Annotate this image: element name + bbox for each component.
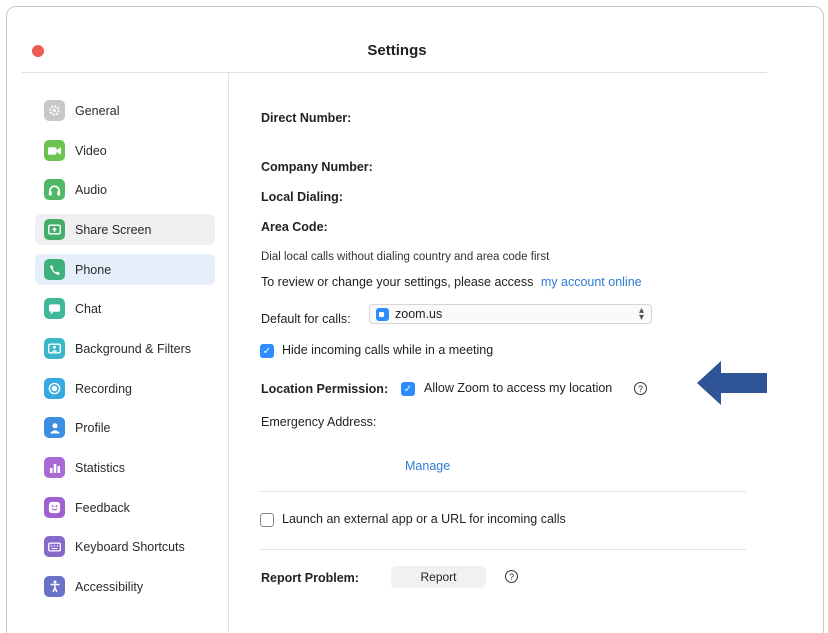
default-calls-value: zoom.us (395, 307, 443, 321)
sidebar-item-label: Accessibility (75, 579, 144, 594)
sidebar-item-accessibility[interactable]: Accessibility (35, 571, 215, 602)
dial-local-note: Dial local calls without dialing country… (261, 251, 550, 263)
allow-location-checkbox[interactable]: ✓ (401, 382, 415, 396)
settings-window: Settings General Video Audio Share Scree… (6, 6, 824, 633)
share-screen-icon (44, 219, 65, 240)
sidebar-item-label: Keyboard Shortcuts (75, 539, 185, 554)
location-permission-label: Location Permission: (261, 382, 389, 396)
sidebar-item-label: Statistics (75, 460, 126, 475)
launch-external-checkbox[interactable] (260, 513, 274, 527)
profile-icon (44, 417, 65, 438)
zoom-app-icon (376, 307, 389, 321)
sidebar-item-label: Background & Filters (75, 341, 192, 356)
sidebar-item-label: Recording (75, 381, 132, 396)
settings-sidebar: General Video Audio Share Screen Phone C… (22, 73, 229, 633)
sidebar-item-label: Share Screen (75, 222, 152, 237)
sidebar-item-phone[interactable]: Phone (35, 254, 215, 285)
sidebar-item-statistics[interactable]: Statistics (35, 452, 215, 483)
emergency-address-label: Emergency Address: (261, 415, 377, 429)
phone-icon (44, 259, 65, 280)
sidebar-item-recording[interactable]: Recording (35, 373, 215, 404)
sidebar-item-chat[interactable]: Chat (35, 293, 215, 324)
sidebar-item-share-screen[interactable]: Share Screen (35, 214, 215, 245)
manage-link[interactable]: Manage (405, 459, 450, 473)
help-icon[interactable]: ? (505, 570, 518, 583)
sidebar-item-feedback[interactable]: Feedback (35, 492, 215, 523)
area-code-label: Area Code: (261, 220, 328, 234)
launch-external-label: Launch an external app or a URL for inco… (282, 512, 566, 526)
chat-bubble-icon (44, 298, 65, 319)
sidebar-item-label: Phone (75, 262, 112, 277)
help-icon[interactable]: ? (634, 382, 647, 395)
sidebar-item-label: General (75, 103, 120, 118)
chevron-up-down-icon: ▴ ▾ (638, 305, 644, 323)
keyboard-icon (44, 536, 65, 557)
sidebar-item-label: Profile (75, 420, 111, 435)
window-title: Settings (367, 42, 427, 59)
account-online-link[interactable]: my account online (541, 275, 642, 289)
sidebar-item-video[interactable]: Video (35, 135, 215, 166)
report-button[interactable]: Report (391, 566, 486, 588)
accessibility-icon (44, 576, 65, 597)
sidebar-item-general[interactable]: General (35, 95, 215, 126)
background-person-icon (44, 338, 65, 359)
report-problem-label: Report Problem: (261, 571, 359, 585)
section-divider (259, 549, 746, 550)
sidebar-item-label: Feedback (75, 500, 130, 515)
smiley-icon (44, 497, 65, 518)
sidebar-item-label: Video (75, 143, 107, 158)
sidebar-item-label: Audio (75, 182, 107, 197)
headphones-icon (44, 179, 65, 200)
sidebar-item-keyboard-shortcuts[interactable]: Keyboard Shortcuts (35, 531, 215, 562)
allow-location-label: Allow Zoom to access my location (424, 381, 613, 395)
sidebar-item-profile[interactable]: Profile (35, 412, 215, 443)
section-divider (259, 491, 746, 492)
title-bar: Settings (7, 7, 823, 73)
video-camera-icon (44, 140, 65, 161)
phone-settings-panel: Direct Number: Company Number: Local Dia… (230, 73, 770, 633)
sidebar-item-label: Chat (75, 301, 102, 316)
local-dialing-label: Local Dialing: (261, 190, 343, 204)
sidebar-item-background-filters[interactable]: Background & Filters (35, 333, 215, 364)
bar-chart-icon (44, 457, 65, 478)
gear-icon (44, 100, 65, 121)
record-icon (44, 378, 65, 399)
sidebar-item-audio[interactable]: Audio (35, 174, 215, 205)
hide-incoming-label: Hide incoming calls while in a meeting (282, 343, 494, 357)
company-number-label: Company Number: (261, 160, 373, 174)
review-settings-text: To review or change your settings, pleas… (261, 275, 642, 289)
direct-number-label: Direct Number: (261, 111, 352, 125)
default-calls-label: Default for calls: (261, 312, 351, 326)
default-calls-select[interactable]: zoom.us ▴ ▾ (369, 304, 652, 324)
hide-incoming-checkbox[interactable]: ✓ (260, 344, 274, 358)
arrow-left-icon (697, 361, 767, 405)
